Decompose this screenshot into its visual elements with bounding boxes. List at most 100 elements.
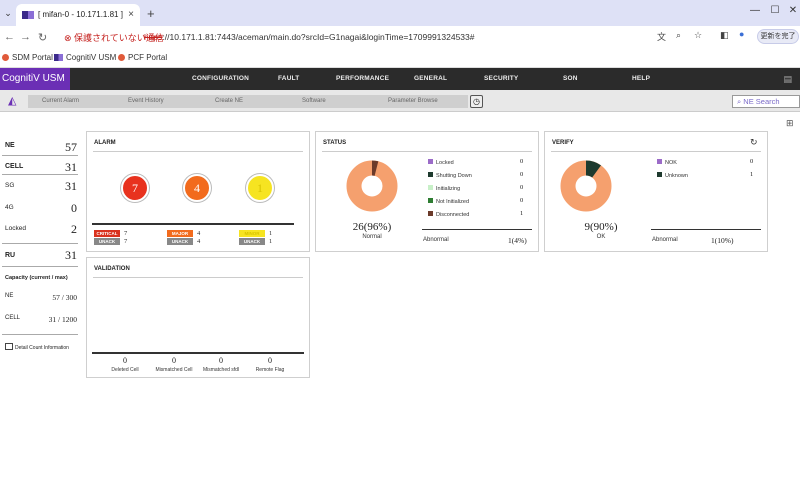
minor-unack-badge[interactable]: UNACK bbox=[239, 238, 265, 245]
profile-avatar-icon[interactable]: ● bbox=[739, 29, 744, 39]
update-button[interactable]: 更新を完了 bbox=[757, 29, 799, 44]
bookmark-cognitiv-usm[interactable]: CognitiV USM bbox=[54, 53, 116, 62]
forward-arrow-icon[interactable]: → bbox=[20, 31, 31, 43]
bookmark-sdm-portal[interactable]: SDM Portal bbox=[2, 53, 53, 62]
minor-alarm-circle[interactable]: 1 bbox=[246, 174, 274, 202]
verify-refresh-icon[interactable]: ↻ bbox=[750, 137, 758, 148]
translate-icon[interactable]: 文 bbox=[657, 30, 666, 43]
summary-label: RU bbox=[5, 252, 16, 259]
status-donut-chart[interactable] bbox=[346, 160, 398, 212]
legend-item[interactable]: Unknown bbox=[657, 172, 688, 179]
detail-count-link[interactable]: Detail Count Information bbox=[5, 343, 69, 351]
ne-search-input[interactable]: ⌕ NE Search bbox=[732, 95, 800, 108]
validation-label: Remote Flag bbox=[255, 367, 285, 373]
bookmark-star-icon[interactable]: ☆ bbox=[694, 30, 702, 41]
shortcut-current-alarm[interactable]: Current Alarm bbox=[42, 98, 79, 104]
capacity-row-cell: CELL 31 / 1200 bbox=[5, 315, 77, 324]
menu-general[interactable]: GENERAL bbox=[414, 75, 447, 82]
shortcut-software[interactable]: Software bbox=[302, 98, 326, 104]
summary-value: 31 bbox=[65, 160, 77, 174]
header-menu-icon[interactable]: ▤ bbox=[783, 74, 792, 85]
layout-grid-icon[interactable]: ⊞ bbox=[786, 118, 794, 129]
tab-search-chevron-icon[interactable]: ⌄ bbox=[2, 7, 14, 19]
legend-item[interactable]: Locked bbox=[428, 159, 454, 166]
major-unack-badge[interactable]: UNACK bbox=[167, 238, 193, 245]
shortcut-event-history[interactable]: Event History bbox=[128, 98, 164, 104]
legend-item[interactable]: Not Initialized bbox=[428, 198, 469, 205]
divider bbox=[2, 266, 78, 267]
capacity-value: 57 / 300 bbox=[52, 293, 77, 302]
legend-label: Initializing bbox=[436, 186, 461, 192]
critical-alarm-circle[interactable]: 7 bbox=[121, 174, 149, 202]
legend-label: Locked bbox=[436, 160, 454, 166]
url-field[interactable]: ⊗ 保護されていない通信 https://10.171.1.81:7443/ac… bbox=[60, 29, 650, 45]
app-header: CognitiV USM CONFIGURATION FAULT PERFORM… bbox=[0, 68, 800, 90]
divider bbox=[2, 243, 78, 244]
summary-value: 57 bbox=[65, 140, 77, 154]
reload-icon[interactable]: ↻ bbox=[38, 31, 47, 44]
window-minimize-icon[interactable]: — bbox=[748, 5, 762, 16]
window-maximize-icon[interactable]: ☐ bbox=[768, 5, 782, 16]
summary-value: 31 bbox=[65, 248, 77, 262]
window-close-icon[interactable]: ✕ bbox=[786, 5, 800, 16]
legend-label: Not Initialized bbox=[436, 199, 470, 205]
minor-unack-count: 1 bbox=[269, 238, 273, 245]
dashboard-chart-icon[interactable]: ◭ bbox=[8, 94, 16, 107]
legend-item[interactable]: Initializing bbox=[428, 185, 460, 192]
browser-tab-bar: ⌄ [ mifan-0 - 10.171.1.81 ] × + — ☐ ✕ bbox=[0, 0, 800, 26]
legend-item[interactable]: Shutting Down bbox=[428, 172, 472, 179]
sub-navigation: ◭ Current Alarm Event History Create NE … bbox=[0, 90, 800, 112]
shortcut-create-ne[interactable]: Create NE bbox=[215, 98, 243, 104]
legend-swatch-icon bbox=[657, 172, 662, 177]
legend-item[interactable]: NOK bbox=[657, 159, 677, 166]
legend-value: 1 bbox=[750, 171, 754, 178]
url-scheme: https bbox=[144, 32, 163, 42]
major-count: 4 bbox=[197, 230, 201, 237]
clock-icon[interactable]: ◷ bbox=[470, 95, 483, 108]
bookmark-label: PCF Portal bbox=[128, 53, 168, 62]
shortcut-parameter-browse[interactable]: Parameter Browse bbox=[388, 98, 438, 104]
url-text: https://10.171.1.81:7443/aceman/main.do?… bbox=[144, 32, 475, 42]
critical-unack-badge[interactable]: UNACK bbox=[94, 238, 120, 245]
minor-badge[interactable]: MINOR bbox=[239, 230, 265, 237]
divider bbox=[2, 174, 78, 175]
critical-badge[interactable]: CRITICAL bbox=[94, 230, 120, 237]
validation-count[interactable]: 0 bbox=[240, 356, 300, 365]
side-panel-icon[interactable]: ◧ bbox=[720, 30, 729, 41]
capacity-label: CELL bbox=[5, 315, 21, 321]
menu-help[interactable]: HELP bbox=[632, 75, 650, 82]
url-rest: ://10.171.1.81:7443/aceman/main.do?srcId… bbox=[162, 32, 475, 42]
address-bar-row: ← → ↻ ⊗ 保護されていない通信 https://10.171.1.81:7… bbox=[0, 26, 800, 48]
legend-label: Unknown bbox=[665, 173, 688, 179]
divider bbox=[422, 229, 532, 230]
menu-configuration[interactable]: CONFIGURATION bbox=[192, 75, 249, 82]
bookmark-favicon-icon bbox=[118, 54, 125, 61]
major-alarm-circle[interactable]: 4 bbox=[183, 174, 211, 202]
menu-son[interactable]: SON bbox=[563, 75, 578, 82]
app-logo[interactable]: CognitiV USM bbox=[0, 68, 70, 90]
menu-fault[interactable]: FAULT bbox=[278, 75, 299, 82]
detail-count-label: Detail Count Information bbox=[15, 345, 69, 351]
legend-swatch-icon bbox=[428, 172, 433, 177]
legend-item[interactable]: Disconnected bbox=[428, 211, 469, 218]
verify-donut-chart[interactable] bbox=[560, 160, 612, 212]
bookmarks-bar: SDM Portal CognitiV USM PCF Portal bbox=[0, 48, 800, 68]
browser-tab[interactable]: [ mifan-0 - 10.171.1.81 ] × bbox=[16, 4, 140, 26]
legend-label: Disconnected bbox=[436, 212, 470, 218]
divider bbox=[2, 334, 78, 335]
legend-swatch-icon bbox=[428, 159, 433, 164]
zoom-icon[interactable]: ⌕ bbox=[676, 30, 681, 41]
menu-performance[interactable]: PERFORMANCE bbox=[336, 75, 389, 82]
tab-close-icon[interactable]: × bbox=[128, 9, 134, 20]
critical-unack-count: 7 bbox=[124, 238, 128, 245]
major-badge[interactable]: MAJOR bbox=[167, 230, 193, 237]
summary-label: Locked bbox=[5, 225, 26, 232]
back-arrow-icon[interactable]: ← bbox=[4, 31, 15, 43]
new-tab-plus-icon[interactable]: + bbox=[147, 6, 155, 21]
bookmark-pcf-portal[interactable]: PCF Portal bbox=[118, 53, 167, 62]
menu-security[interactable]: SECURITY bbox=[484, 75, 518, 82]
tab-title: [ mifan-0 - 10.171.1.81 ] bbox=[38, 10, 123, 19]
summary-label: SG bbox=[5, 182, 15, 189]
capacity-label: NE bbox=[5, 293, 14, 299]
legend-value: 0 bbox=[520, 158, 524, 165]
